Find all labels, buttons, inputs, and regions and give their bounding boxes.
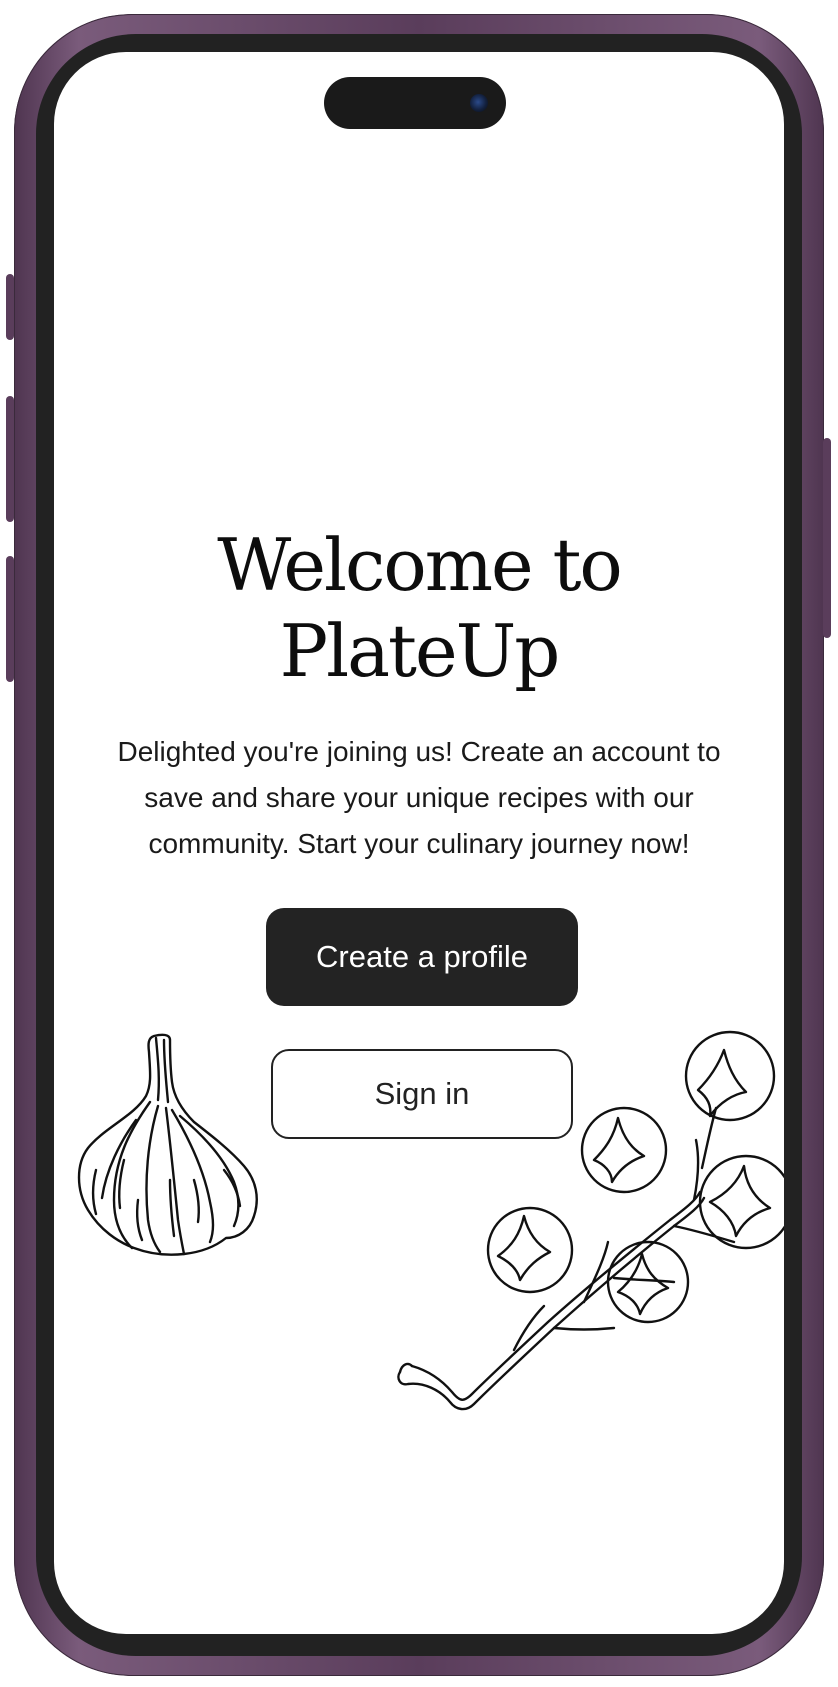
create-profile-button[interactable]: Create a profile <box>266 908 578 1006</box>
volume-down-button <box>6 556 14 682</box>
title-line-1: Welcome to <box>217 523 623 607</box>
page-title: Welcome to PlateUp <box>54 522 784 694</box>
garlic-icon <box>77 1033 258 1256</box>
welcome-message: Delighted you're joining us! Create an a… <box>117 736 721 859</box>
power-button <box>823 438 831 638</box>
title-line-2: PlateUp <box>279 609 561 693</box>
app-screen: Welcome to PlateUp Delighted you're join… <box>54 52 784 1634</box>
volume-up-button <box>6 396 14 522</box>
dynamic-island <box>324 77 506 129</box>
cherry-tomatoes-icon <box>397 1030 784 1411</box>
action-button <box>6 274 14 340</box>
camera-icon <box>470 94 488 112</box>
